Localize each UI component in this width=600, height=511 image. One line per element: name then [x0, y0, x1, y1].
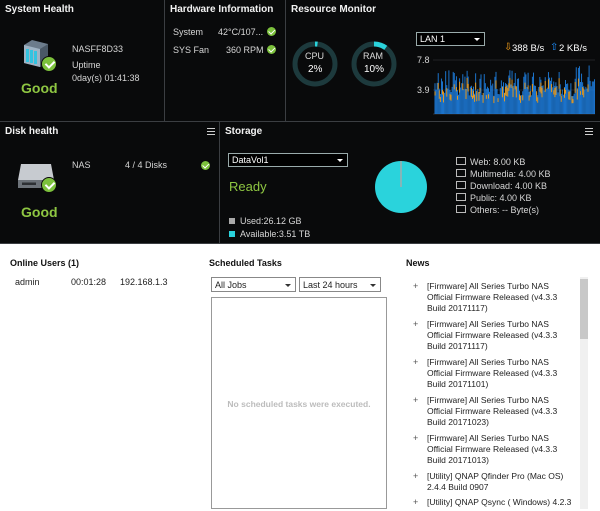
expand-icon: + [413, 319, 419, 329]
expand-icon: + [413, 395, 419, 405]
empty-tasks-message: No scheduled tasks were executed. [227, 399, 371, 409]
folder-icon [456, 157, 466, 165]
expand-icon: + [413, 357, 419, 367]
hardware-info-title: Hardware Information [170, 4, 274, 15]
folder-icon [456, 181, 466, 189]
available-legend-swatch [229, 231, 235, 237]
storage-state: Ready [229, 179, 267, 194]
system-temp-ok-icon [267, 27, 276, 36]
folder-item: Multimedia: 4.00 KB [456, 169, 551, 179]
lan-select[interactable]: LAN 1 [416, 32, 485, 46]
disk-health-title: Disk health [5, 126, 59, 137]
menu-icon[interactable] [585, 128, 593, 136]
disk-health-status: Good [21, 204, 58, 220]
system-temp-label: System [173, 27, 204, 37]
chart-y-high: 7.8 [417, 55, 430, 65]
hostname: NASFF8D33 [72, 44, 124, 54]
disk-count: 4 / 4 Disks [125, 160, 168, 170]
dashboard-top-area: System Health Good NASFF8D33 Uptime 0day… [0, 0, 600, 244]
online-user-row[interactable]: admin 00:01:28 192.168.1.3 [0, 277, 200, 289]
job-filter-select[interactable]: All Jobs [211, 277, 296, 292]
folder-item: Public: 4.00 KB [456, 193, 532, 203]
disk-health-panel[interactable]: Disk health Good NAS 4 / 4 Disks [0, 122, 220, 244]
online-users-title: Online Users (1) [10, 258, 80, 268]
storage-title: Storage [225, 126, 263, 137]
user-ip: 192.168.1.3 [120, 277, 168, 287]
user-session-time: 00:01:28 [71, 277, 107, 287]
scheduled-tasks-title: Scheduled Tasks [209, 258, 282, 268]
folder-item: Others: -- Byte(s) [456, 205, 539, 215]
download-rate: 388 B/s [512, 43, 545, 54]
available-space: Available:3.51 TB [240, 229, 311, 239]
chart-y-low: 3.9 [417, 85, 430, 95]
ram-value: 10% [364, 64, 385, 75]
expand-icon: + [413, 471, 419, 481]
system-health-panel[interactable]: System Health Good NASFF8D33 Uptime 0day… [0, 0, 165, 122]
system-health-title: System Health [5, 4, 74, 15]
storage-panel[interactable]: Storage DataVol1 Ready Used:26.12 GB Ava… [220, 122, 600, 244]
folder-item: Download: 4.00 KB [456, 181, 547, 191]
upload-rate: 2 KB/s [559, 43, 587, 54]
resource-monitor-panel[interactable]: Resource Monitor CPU 2% RAM 10% LAN 1 ⇩ … [286, 0, 600, 122]
used-legend-swatch [229, 218, 235, 224]
upload-arrow-icon: ⇧ [550, 42, 559, 53]
ram-label: RAM [363, 51, 383, 61]
expand-icon: + [413, 281, 419, 291]
news-scrollbar[interactable] [580, 277, 588, 509]
period-filter-select[interactable]: Last 24 hours [299, 277, 381, 292]
resource-monitor-title: Resource Monitor [291, 4, 377, 15]
disk-status-ok-icon [201, 161, 210, 170]
uptime-label: Uptime [72, 60, 101, 70]
sys-fan-ok-icon [267, 45, 276, 54]
cpu-value: 2% [308, 64, 323, 75]
uptime-value: 0day(s) 01:41:38 [72, 73, 140, 83]
system-temp-value: 42°C/107... [218, 27, 264, 37]
news-scrollbar-thumb[interactable] [580, 279, 588, 339]
news-title: News [406, 258, 430, 268]
scheduled-tasks-list[interactable]: No scheduled tasks were executed. [211, 297, 387, 509]
expand-icon: + [413, 433, 419, 443]
expand-icon: + [413, 497, 419, 507]
folder-icon [456, 193, 466, 201]
folder-icon [456, 205, 466, 213]
health-ok-icon [41, 56, 57, 72]
storage-usage-pie [375, 161, 427, 213]
folder-icon [456, 169, 466, 177]
system-health-status: Good [21, 80, 58, 96]
user-name: admin [15, 277, 40, 287]
hardware-info-panel[interactable]: Hardware Information System 42°C/107... … [165, 0, 286, 122]
disk-ok-icon [41, 177, 57, 193]
sys-fan-label: SYS Fan [173, 45, 210, 55]
volume-select[interactable]: DataVol1 [228, 153, 348, 167]
used-space: Used:26.12 GB [240, 216, 302, 226]
cpu-label: CPU [305, 51, 325, 61]
sys-fan-value: 360 RPM [226, 45, 264, 55]
network-traffic-chart [433, 59, 595, 115]
disk-name: NAS [72, 160, 91, 170]
menu-icon[interactable] [207, 128, 215, 136]
folder-item: Web: 8.00 KB [456, 157, 525, 167]
